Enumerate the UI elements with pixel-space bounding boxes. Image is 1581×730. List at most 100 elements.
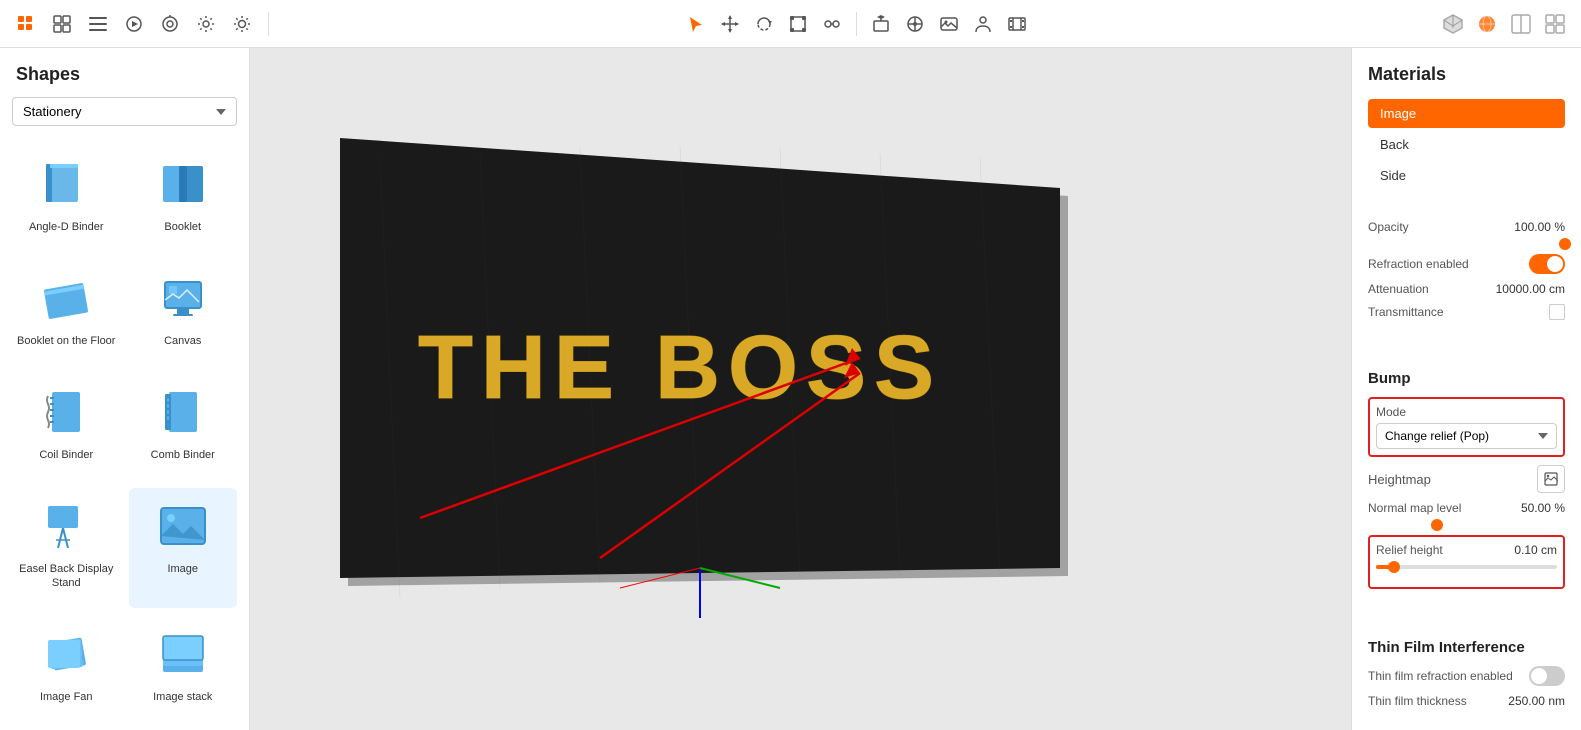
normal-map-label: Normal map level [1368, 501, 1461, 515]
shape-label-canvas: Canvas [164, 334, 201, 348]
rotate-tool-icon[interactable] [750, 10, 778, 38]
svg-text:THE BOSS: THE BOSS [418, 318, 942, 418]
shape-label-coil-binder: Coil Binder [39, 448, 93, 462]
thin-film-title: Thin Film Interference [1368, 639, 1565, 656]
tab-image[interactable]: Image [1368, 99, 1565, 128]
video-icon[interactable] [120, 10, 148, 38]
center-tools [281, 10, 1431, 38]
relief-height-box: Relief height 0.10 cm [1368, 535, 1565, 589]
tab-side[interactable]: Side [1368, 161, 1565, 190]
target-icon[interactable] [156, 10, 184, 38]
settings-icon[interactable] [192, 10, 220, 38]
relief-height-label: Relief height [1376, 543, 1443, 557]
heightmap-btn[interactable] [1537, 465, 1565, 493]
right-panel: Materials Image Back Side Opacity 100.00… [1351, 48, 1581, 730]
shape-item-image[interactable]: Image [129, 488, 238, 608]
menu-icon[interactable] [84, 10, 112, 38]
move-tool-icon[interactable] [716, 10, 744, 38]
grid-icon[interactable] [48, 10, 76, 38]
normal-map-value: 50.00 % [1521, 501, 1565, 515]
refraction-label: Refraction enabled [1368, 257, 1469, 271]
opacity-thumb[interactable] [1559, 238, 1571, 250]
material-tabs: Image Back Side [1368, 99, 1565, 192]
film-icon[interactable] [1003, 10, 1031, 38]
relief-height-thumb[interactable] [1388, 561, 1400, 573]
shape-item-booklet[interactable]: Booklet [129, 146, 238, 252]
tab-back[interactable]: Back [1368, 130, 1565, 159]
attenuation-label: Attenuation [1368, 282, 1429, 296]
shape-label-image: Image [167, 562, 198, 576]
shape-item-canvas[interactable]: Canvas [129, 260, 238, 366]
add-shape-icon[interactable] [867, 10, 895, 38]
heightmap-label: Heightmap [1368, 472, 1431, 487]
main-toolbar [0, 0, 1581, 48]
bump-mode-label: Mode [1376, 405, 1557, 419]
bump-mode-select[interactable]: Change relief (Pop) [1376, 423, 1557, 449]
transmittance-checkbox[interactable] [1549, 304, 1565, 320]
relief-height-slider[interactable] [1376, 565, 1557, 569]
normal-map-thumb[interactable] [1431, 519, 1443, 531]
canvas-icon [153, 268, 213, 328]
separator-1 [268, 12, 269, 36]
canvas-area[interactable]: THE BOSS THE BOSS THE BOSS [250, 48, 1351, 730]
main-layout: Shapes Stationery Angle-D Binder [0, 48, 1581, 730]
relief-height-row: Relief height 0.10 cm [1376, 543, 1557, 557]
image-fan-icon [36, 624, 96, 684]
thin-film-refraction-toggle[interactable] [1529, 666, 1565, 686]
shape-label-booklet: Booklet [164, 220, 201, 234]
image-shape-icon [153, 496, 213, 556]
thin-film-thickness-row: Thin film thickness 250.00 nm [1368, 694, 1565, 708]
refraction-toggle[interactable] [1529, 254, 1565, 274]
shapes-panel-title: Shapes [0, 48, 249, 97]
refraction-row: Refraction enabled [1368, 254, 1565, 274]
thin-film-refraction-row: Thin film refraction enabled [1368, 666, 1565, 686]
opacity-value: 100.00 % [1514, 220, 1565, 234]
shape-label-comb-binder: Comb Binder [151, 448, 215, 462]
3d-scene: THE BOSS THE BOSS THE BOSS [280, 78, 1130, 638]
shape-label-easel: Easel Back Display Stand [16, 562, 117, 591]
cube-3d-icon[interactable] [1439, 10, 1467, 38]
shape-item-image-fan[interactable]: Image Fan [12, 616, 121, 722]
panel-icon[interactable] [1507, 10, 1535, 38]
angle-d-binder-icon [36, 154, 96, 214]
group-tool-icon[interactable] [818, 10, 846, 38]
sphere-icon[interactable] [1473, 10, 1501, 38]
scale-tool-icon[interactable] [784, 10, 812, 38]
shape-item-comb-binder[interactable]: Comb Binder [129, 374, 238, 480]
sun-icon[interactable] [228, 10, 256, 38]
thin-film-thickness-label: Thin film thickness [1368, 694, 1467, 708]
person-icon[interactable] [969, 10, 997, 38]
shape-item-booklet-floor[interactable]: Booklet on the Floor [12, 260, 121, 366]
bump-mode-box: Mode Change relief (Pop) [1368, 397, 1565, 457]
grid-app-icon[interactable] [12, 10, 40, 38]
shape-label-angle-d-binder: Angle-D Binder [29, 220, 104, 234]
coil-binder-icon [36, 382, 96, 442]
opacity-label: Opacity [1368, 220, 1409, 234]
category-dropdown[interactable]: Stationery [12, 97, 237, 126]
toolbar-right [1439, 10, 1569, 38]
left-panel: Shapes Stationery Angle-D Binder [0, 48, 250, 730]
bump-section-title: Bump [1368, 370, 1565, 387]
shape-label-image-fan: Image Fan [40, 690, 93, 704]
shape-item-coil-binder[interactable]: Coil Binder [12, 374, 121, 480]
target2-icon[interactable] [901, 10, 929, 38]
thin-film-thickness-value: 250.00 nm [1508, 694, 1565, 708]
separator-2 [856, 12, 857, 36]
shape-label-booklet-floor: Booklet on the Floor [17, 334, 115, 348]
materials-title: Materials [1368, 64, 1565, 85]
four-panel-icon[interactable] [1541, 10, 1569, 38]
image-stack-icon [153, 624, 213, 684]
comb-binder-icon [153, 382, 213, 442]
booklet-floor-icon [36, 268, 96, 328]
thin-film-refraction-label: Thin film refraction enabled [1368, 669, 1513, 683]
relief-height-value: 0.10 cm [1514, 543, 1557, 557]
shape-label-image-stack: Image stack [153, 690, 212, 704]
attenuation-row: Attenuation 10000.00 cm [1368, 282, 1565, 296]
cursor-tool-icon[interactable] [682, 10, 710, 38]
transmittance-row: Transmittance [1368, 304, 1565, 320]
shape-item-image-stack[interactable]: Image stack [129, 616, 238, 722]
shape-item-easel[interactable]: Easel Back Display Stand [12, 488, 121, 608]
shapes-grid: Angle-D Binder Booklet [0, 138, 249, 730]
image-tool-icon[interactable] [935, 10, 963, 38]
shape-item-angle-d-binder[interactable]: Angle-D Binder [12, 146, 121, 252]
